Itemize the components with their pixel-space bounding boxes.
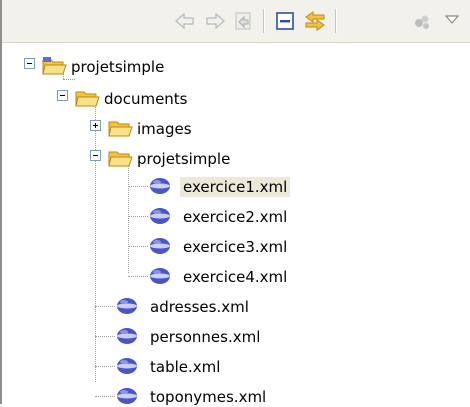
tree-item-label[interactable]: exercice4.xml: [180, 267, 290, 287]
xml-file-icon: [147, 206, 173, 226]
collapse-toggle[interactable]: [90, 150, 101, 161]
view-toolbar: [2, 0, 470, 43]
tree-item-label[interactable]: toponymes.xml: [147, 387, 269, 407]
tree-item-label[interactable]: projetsimple: [134, 149, 233, 169]
tree-item-label[interactable]: adresses.xml: [147, 297, 252, 317]
forward-icon[interactable]: [202, 8, 228, 34]
tree-item-label[interactable]: documents: [101, 89, 191, 109]
link-with-editor-icon[interactable]: [302, 8, 328, 34]
tree-item-label[interactable]: exercice1.xml: [180, 177, 291, 197]
tree-guide: [128, 276, 148, 277]
tree-guide: [95, 366, 115, 367]
xml-file-icon: [114, 296, 140, 316]
xml-file-icon: [147, 266, 173, 286]
project-explorer-tree: projetsimple documents images projetsimp…: [2, 43, 470, 407]
tree-item-label[interactable]: images: [134, 119, 195, 139]
toolbar-separator: [263, 9, 265, 33]
view-menu-dropdown-icon[interactable]: [439, 8, 465, 34]
tree-guide: [128, 186, 148, 187]
tree-guide: [95, 336, 115, 337]
tree-guide: [128, 246, 148, 247]
tree-item-label[interactable]: projetsimple: [68, 57, 167, 77]
xml-file-icon: [114, 386, 140, 406]
expand-toggle[interactable]: [90, 120, 101, 131]
tree-item-label[interactable]: table.xml: [147, 357, 223, 377]
go-into-icon[interactable]: [230, 8, 256, 34]
toolbar-separator: [335, 9, 337, 33]
collapse-toggle[interactable]: [24, 58, 35, 69]
tree-guide: [128, 216, 148, 217]
xml-file-icon: [114, 356, 140, 376]
project-folder-icon: [42, 56, 68, 76]
tree-item-label[interactable]: exercice3.xml: [180, 237, 290, 257]
tree-guide: [95, 396, 115, 397]
tree-item-label[interactable]: personnes.xml: [147, 327, 263, 347]
tree-item-label[interactable]: exercice2.xml: [180, 207, 290, 227]
menu-icon[interactable]: [410, 8, 436, 34]
tree-guide: [95, 99, 96, 382]
tree-guide: [63, 79, 75, 80]
tree-guide: [128, 165, 129, 273]
collapse-all-icon[interactable]: [272, 8, 298, 34]
tree-guide: [95, 306, 115, 307]
open-folder-icon: [75, 88, 101, 108]
xml-file-icon: [147, 236, 173, 256]
folder-icon: [108, 118, 134, 138]
collapse-toggle[interactable]: [57, 90, 68, 101]
open-folder-icon: [108, 148, 134, 168]
back-icon[interactable]: [172, 8, 198, 34]
xml-file-icon: [114, 326, 140, 346]
xml-file-icon: [147, 176, 173, 196]
